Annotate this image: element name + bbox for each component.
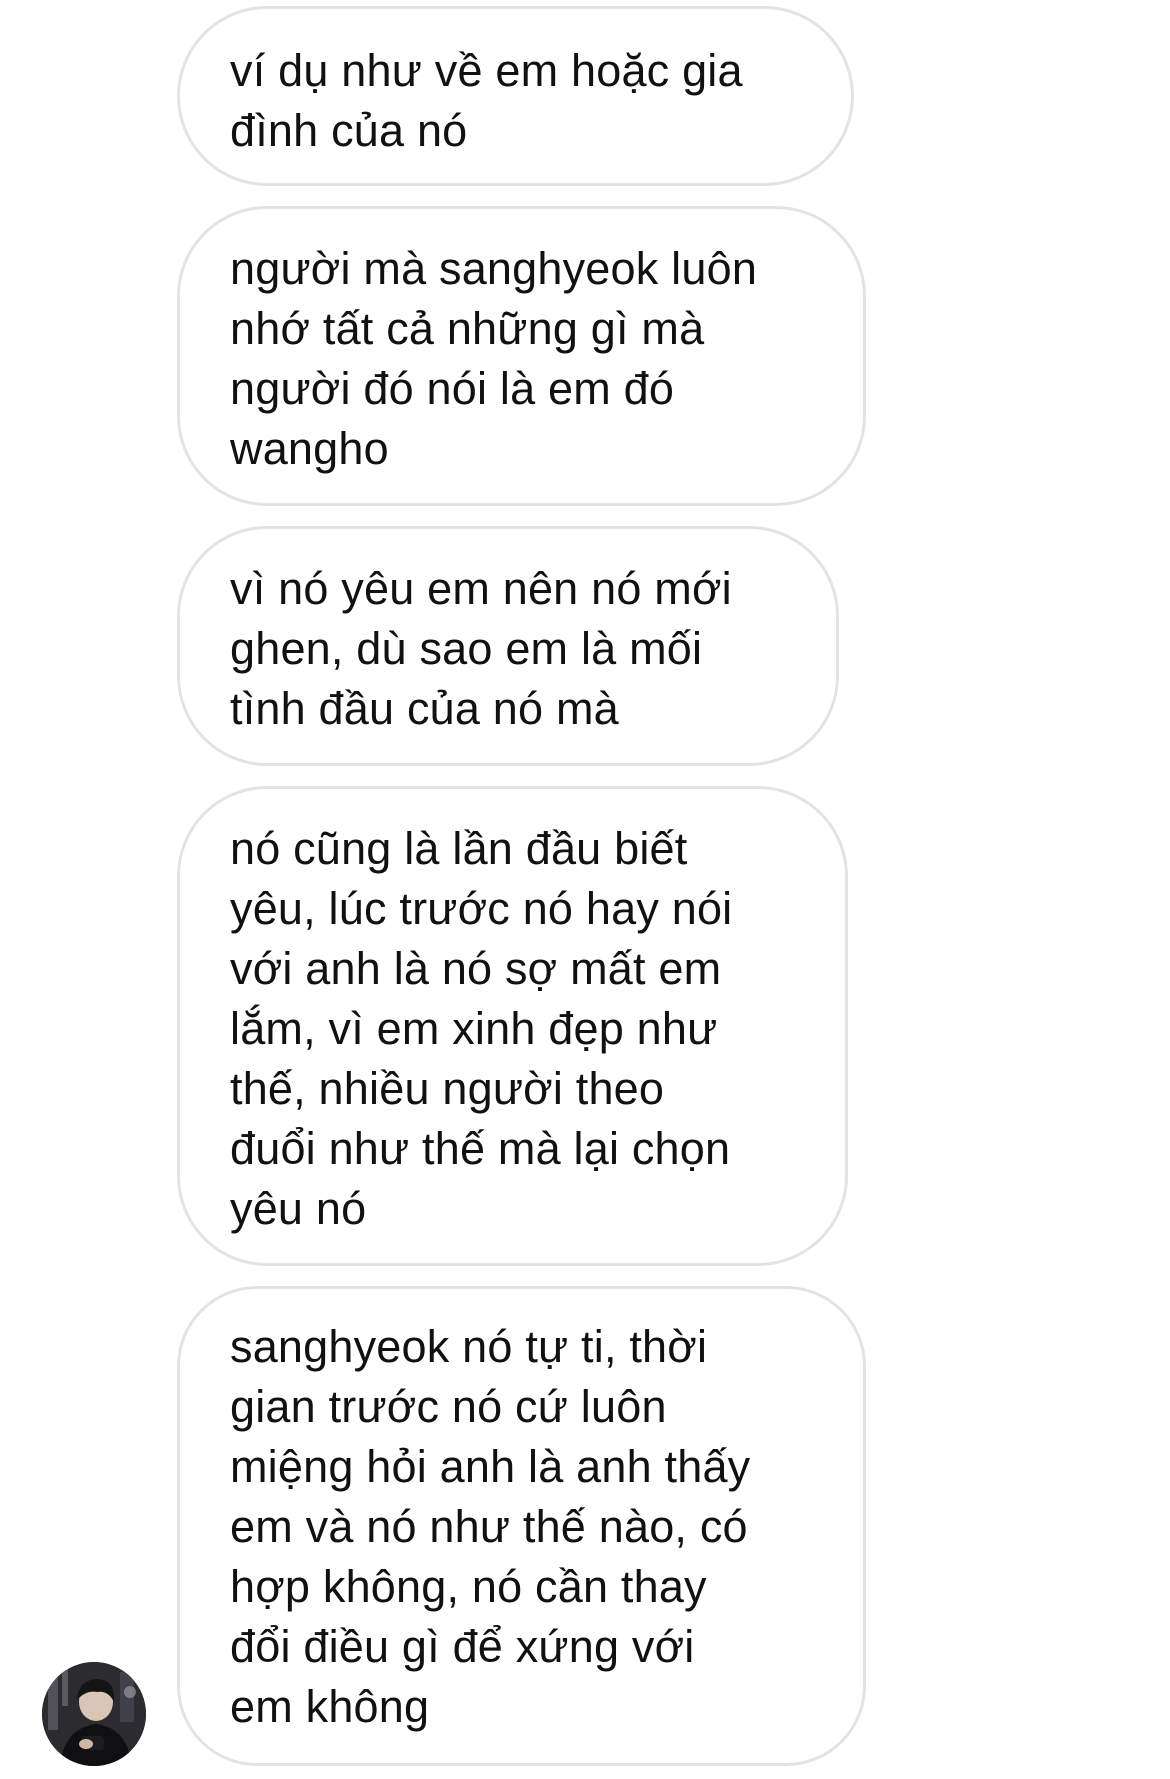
message-bubble[interactable]: vì nó yêu em nên nó mới ghen, dù sao em …: [177, 526, 839, 766]
message-bubble[interactable]: nó cũng là lần đầu biết yêu, lúc trước n…: [177, 786, 848, 1266]
message-thread: ví dụ như về em hoặc gia đình của nó ngư…: [0, 0, 1170, 1779]
message-bubble[interactable]: người mà sanghyeok luôn nhớ tất cả những…: [177, 206, 866, 506]
message-bubble[interactable]: sanghyeok nó tự ti, thời gian trước nó c…: [177, 1286, 866, 1766]
message-bubble[interactable]: ví dụ như về em hoặc gia đình của nó: [177, 6, 854, 186]
sender-avatar[interactable]: [42, 1662, 146, 1766]
user-photo-avatar-icon: [42, 1662, 146, 1766]
